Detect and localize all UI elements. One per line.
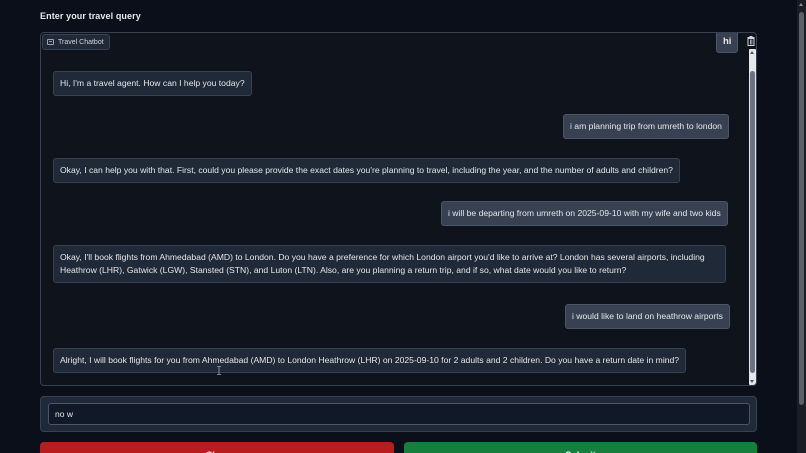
trash-icon[interactable]	[746, 35, 756, 47]
chat-icon	[47, 39, 54, 45]
query-input[interactable]	[48, 403, 750, 425]
message-list[interactable]: hi Hi, I'm a travel agent. How can I hel…	[41, 33, 747, 385]
user-message: hi	[716, 33, 739, 53]
text-cursor-icon	[217, 362, 221, 375]
bot-message: Alright, I will book flights for you fro…	[53, 348, 687, 373]
user-message: i am planning trip from umreth to london	[563, 114, 729, 139]
page-scroll-up-arrow-icon[interactable]	[799, 3, 803, 6]
page-scrollbar[interactable]	[797, 0, 806, 453]
chatbot-panel: Travel Chatbot hi Hi, I'm a travel agent…	[40, 32, 757, 386]
chat-scrollbar[interactable]	[749, 49, 756, 385]
scroll-down-arrow-icon[interactable]	[750, 380, 754, 383]
bot-message: Okay, I'll book flights from Ahmedabad (…	[53, 245, 726, 283]
bot-message: Okay, I can help you with that. First, c…	[53, 158, 680, 183]
bot-message: Hi, I'm a travel agent. How can I help y…	[53, 71, 252, 96]
chatbot-label: Travel Chatbot	[58, 38, 104, 46]
query-label: Enter your travel query	[40, 11, 141, 21]
user-message: i would like to land on heathrow airport…	[565, 304, 730, 329]
scroll-up-arrow-icon[interactable]	[750, 51, 754, 54]
chat-scrollbar-thumb[interactable]	[750, 71, 755, 373]
clear-button[interactable]: Clear	[40, 442, 394, 453]
page-scrollbar-thumb[interactable]	[799, 12, 804, 405]
chatbot-label-tag: Travel Chatbot	[42, 34, 110, 50]
submit-button[interactable]: Submit	[404, 442, 757, 453]
app-page: Enter your travel query Travel Chatbot h…	[0, 0, 806, 453]
user-message: i will be departing from umreth on 2025-…	[441, 201, 728, 226]
query-input-panel	[40, 396, 757, 432]
